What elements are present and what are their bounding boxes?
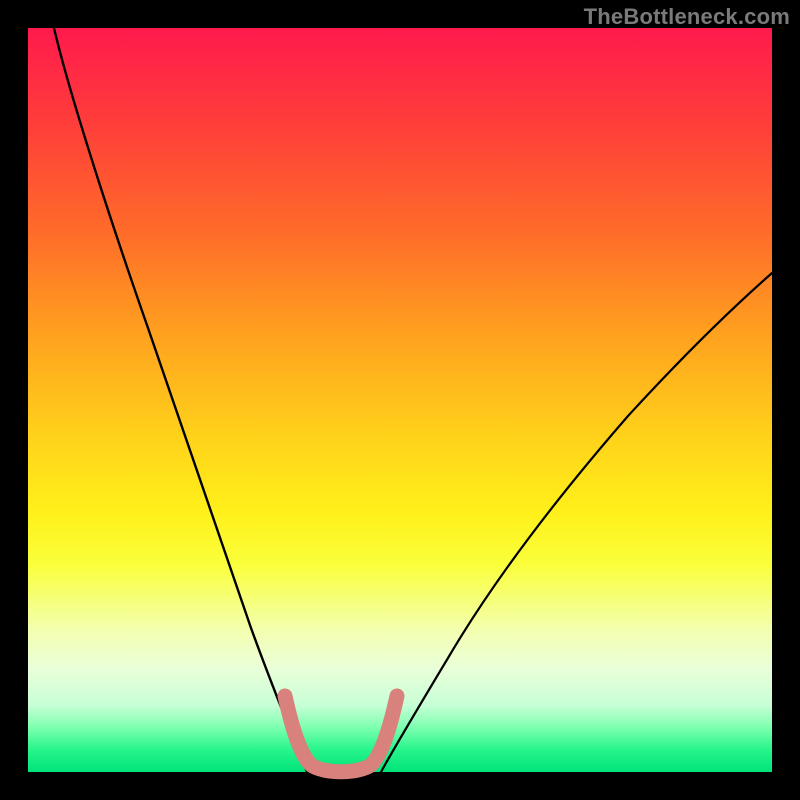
chart-frame: TheBottleneck.com bbox=[0, 0, 800, 800]
valley-salmon-curve bbox=[285, 696, 397, 772]
chart-plot-area bbox=[28, 28, 772, 772]
watermark-text: TheBottleneck.com bbox=[584, 4, 790, 30]
chart-curves bbox=[28, 28, 772, 772]
left-branch-curve bbox=[54, 28, 307, 772]
right-branch-curve bbox=[381, 273, 772, 772]
